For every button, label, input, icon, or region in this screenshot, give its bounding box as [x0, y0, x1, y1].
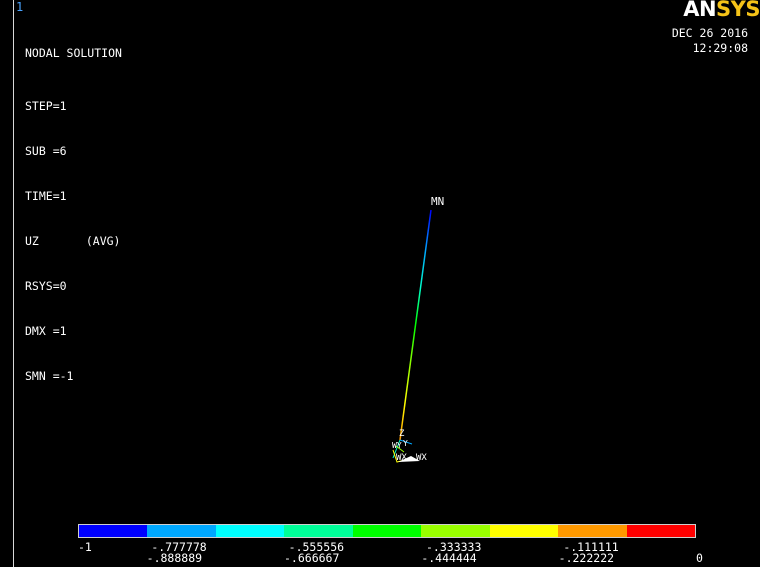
legend-color-segment: [558, 525, 627, 537]
legend-lower-label: -.222222: [558, 551, 615, 565]
node-label-wx-2: WX: [416, 453, 427, 463]
legend-color-segment: [489, 525, 559, 537]
legend-color-segment: [352, 525, 422, 537]
legend-lower-label: 0: [696, 551, 703, 565]
legend-color-segment: [626, 525, 695, 537]
legend-color-segment: [147, 525, 216, 537]
legend-color-segment: [284, 525, 353, 537]
legend-lower-label: -.888889: [146, 551, 203, 565]
node-label-wx-1: WX: [396, 453, 407, 463]
legend-upper-label: -1: [78, 540, 92, 554]
contour-legend-bar: [78, 524, 696, 538]
min-marker-label: MN: [431, 195, 444, 208]
contour-legend-labels: -1 -.777778 -.555556 -.333333 -.111111 -.8888…: [0, 538, 760, 567]
triad-y-label: Y: [403, 439, 408, 448]
triad-z-label: Z: [399, 429, 405, 439]
model-viewport[interactable]: MN Z Y WY WX WX: [0, 0, 760, 567]
legend-color-segment: [215, 525, 285, 537]
legend-lower-label: -.444444: [421, 551, 477, 565]
beam-element: [399, 209, 432, 441]
legend-lower-label: -.666667: [284, 551, 340, 565]
support-node-cluster: Z Y WY WX WX: [392, 429, 427, 463]
legend-color-segment: [421, 525, 490, 537]
node-label-wy: WY: [392, 441, 402, 450]
legend-color-segment: [79, 525, 148, 537]
